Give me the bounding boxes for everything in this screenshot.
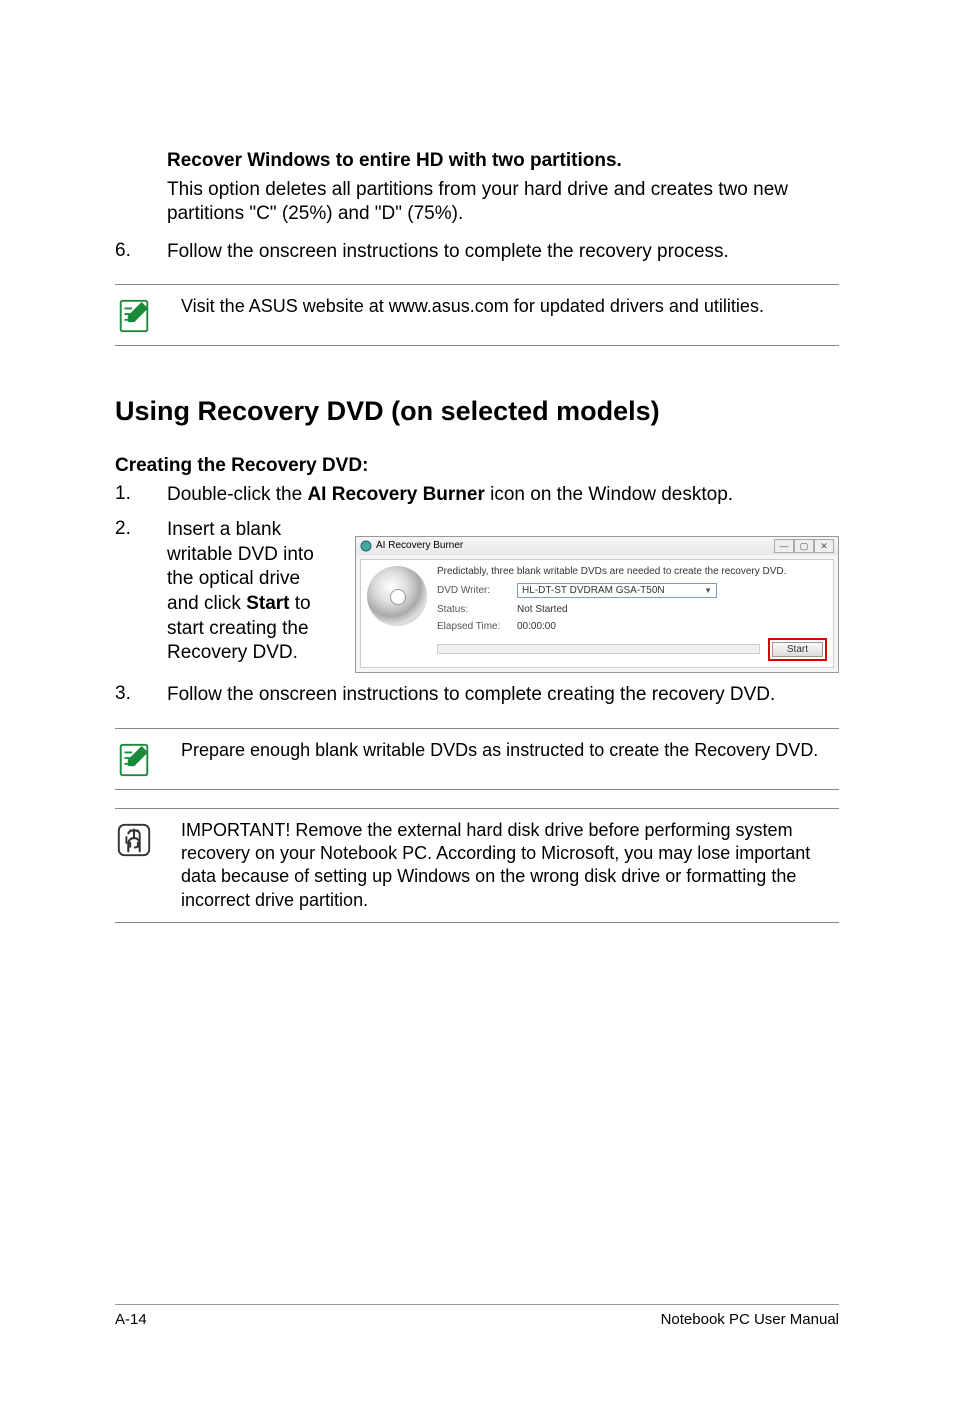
- writer-label: DVD Writer:: [437, 585, 517, 596]
- writer-value: HL-DT-ST DVDRAM GSA-T50N: [522, 585, 665, 596]
- note-1-text: Visit the ASUS website at www.asus.com f…: [181, 295, 839, 335]
- step-2-text: Insert a blank writable DVD into the opt…: [167, 518, 335, 673]
- ai-message: Predictably, three blank writable DVDs a…: [437, 566, 827, 577]
- footer-title: Notebook PC User Manual: [661, 1311, 839, 1328]
- note-icon: [115, 739, 181, 779]
- status-label: Status:: [437, 604, 517, 615]
- page-number: A-14: [115, 1311, 147, 1328]
- important-icon: [115, 819, 181, 913]
- important-box: IMPORTANT! Remove the external hard disk…: [115, 808, 839, 924]
- step-num-1: 1.: [115, 483, 167, 508]
- step1-bold: AI Recovery Burner: [307, 484, 484, 505]
- note-2-text: Prepare enough blank writable DVDs as in…: [181, 739, 839, 779]
- app-icon: [360, 540, 372, 552]
- step2-bold: Start: [246, 593, 289, 614]
- disc-icon: [367, 566, 427, 626]
- page-footer: A-14 Notebook PC User Manual: [115, 1304, 839, 1328]
- elapsed-value: 00:00:00: [517, 621, 556, 632]
- ai-titlebar: AI Recovery Burner — ▢ ✕: [356, 537, 838, 555]
- step-3-text: Follow the onscreen instructions to comp…: [167, 683, 839, 708]
- dvd-writer-select[interactable]: HL-DT-ST DVDRAM GSA-T50N ▼: [517, 583, 717, 598]
- progress-bar: [437, 644, 760, 654]
- step-num-2: 2.: [115, 518, 167, 673]
- step1-post: icon on the Window desktop.: [485, 484, 733, 505]
- recover-option-heading: Recover Windows to entire HD with two pa…: [115, 150, 839, 172]
- note-box-2: Prepare enough blank writable DVDs as in…: [115, 728, 839, 790]
- step-num-3: 3.: [115, 683, 167, 708]
- step-num-6: 6.: [115, 240, 167, 265]
- step1-pre: Double-click the: [167, 484, 307, 505]
- ai-recovery-window: AI Recovery Burner — ▢ ✕ Predictably, th…: [355, 536, 839, 673]
- note-icon: [115, 295, 181, 335]
- status-value: Not Started: [517, 604, 568, 615]
- maximize-button[interactable]: ▢: [794, 539, 814, 553]
- note-box-1: Visit the ASUS website at www.asus.com f…: [115, 284, 839, 346]
- ai-title: AI Recovery Burner: [376, 540, 463, 551]
- step-6: 6. Follow the onscreen instructions to c…: [115, 240, 839, 265]
- chevron-down-icon: ▼: [704, 586, 712, 595]
- section-heading: Using Recovery DVD (on selected models): [115, 396, 839, 427]
- step-1: 1. Double-click the AI Recovery Burner i…: [115, 483, 839, 508]
- creating-subheading: Creating the Recovery DVD:: [115, 455, 839, 477]
- elapsed-label: Elapsed Time:: [437, 621, 517, 632]
- recover-option-desc: This option deletes all partitions from …: [115, 178, 839, 226]
- step-6-text: Follow the onscreen instructions to comp…: [167, 240, 839, 265]
- important-text: IMPORTANT! Remove the external hard disk…: [181, 819, 839, 913]
- start-button[interactable]: Start: [772, 642, 823, 657]
- step-3: 3. Follow the onscreen instructions to c…: [115, 683, 839, 708]
- step-1-text: Double-click the AI Recovery Burner icon…: [167, 483, 839, 508]
- start-button-highlight: Start: [768, 638, 827, 661]
- minimize-button[interactable]: —: [774, 539, 794, 553]
- close-button[interactable]: ✕: [814, 539, 834, 553]
